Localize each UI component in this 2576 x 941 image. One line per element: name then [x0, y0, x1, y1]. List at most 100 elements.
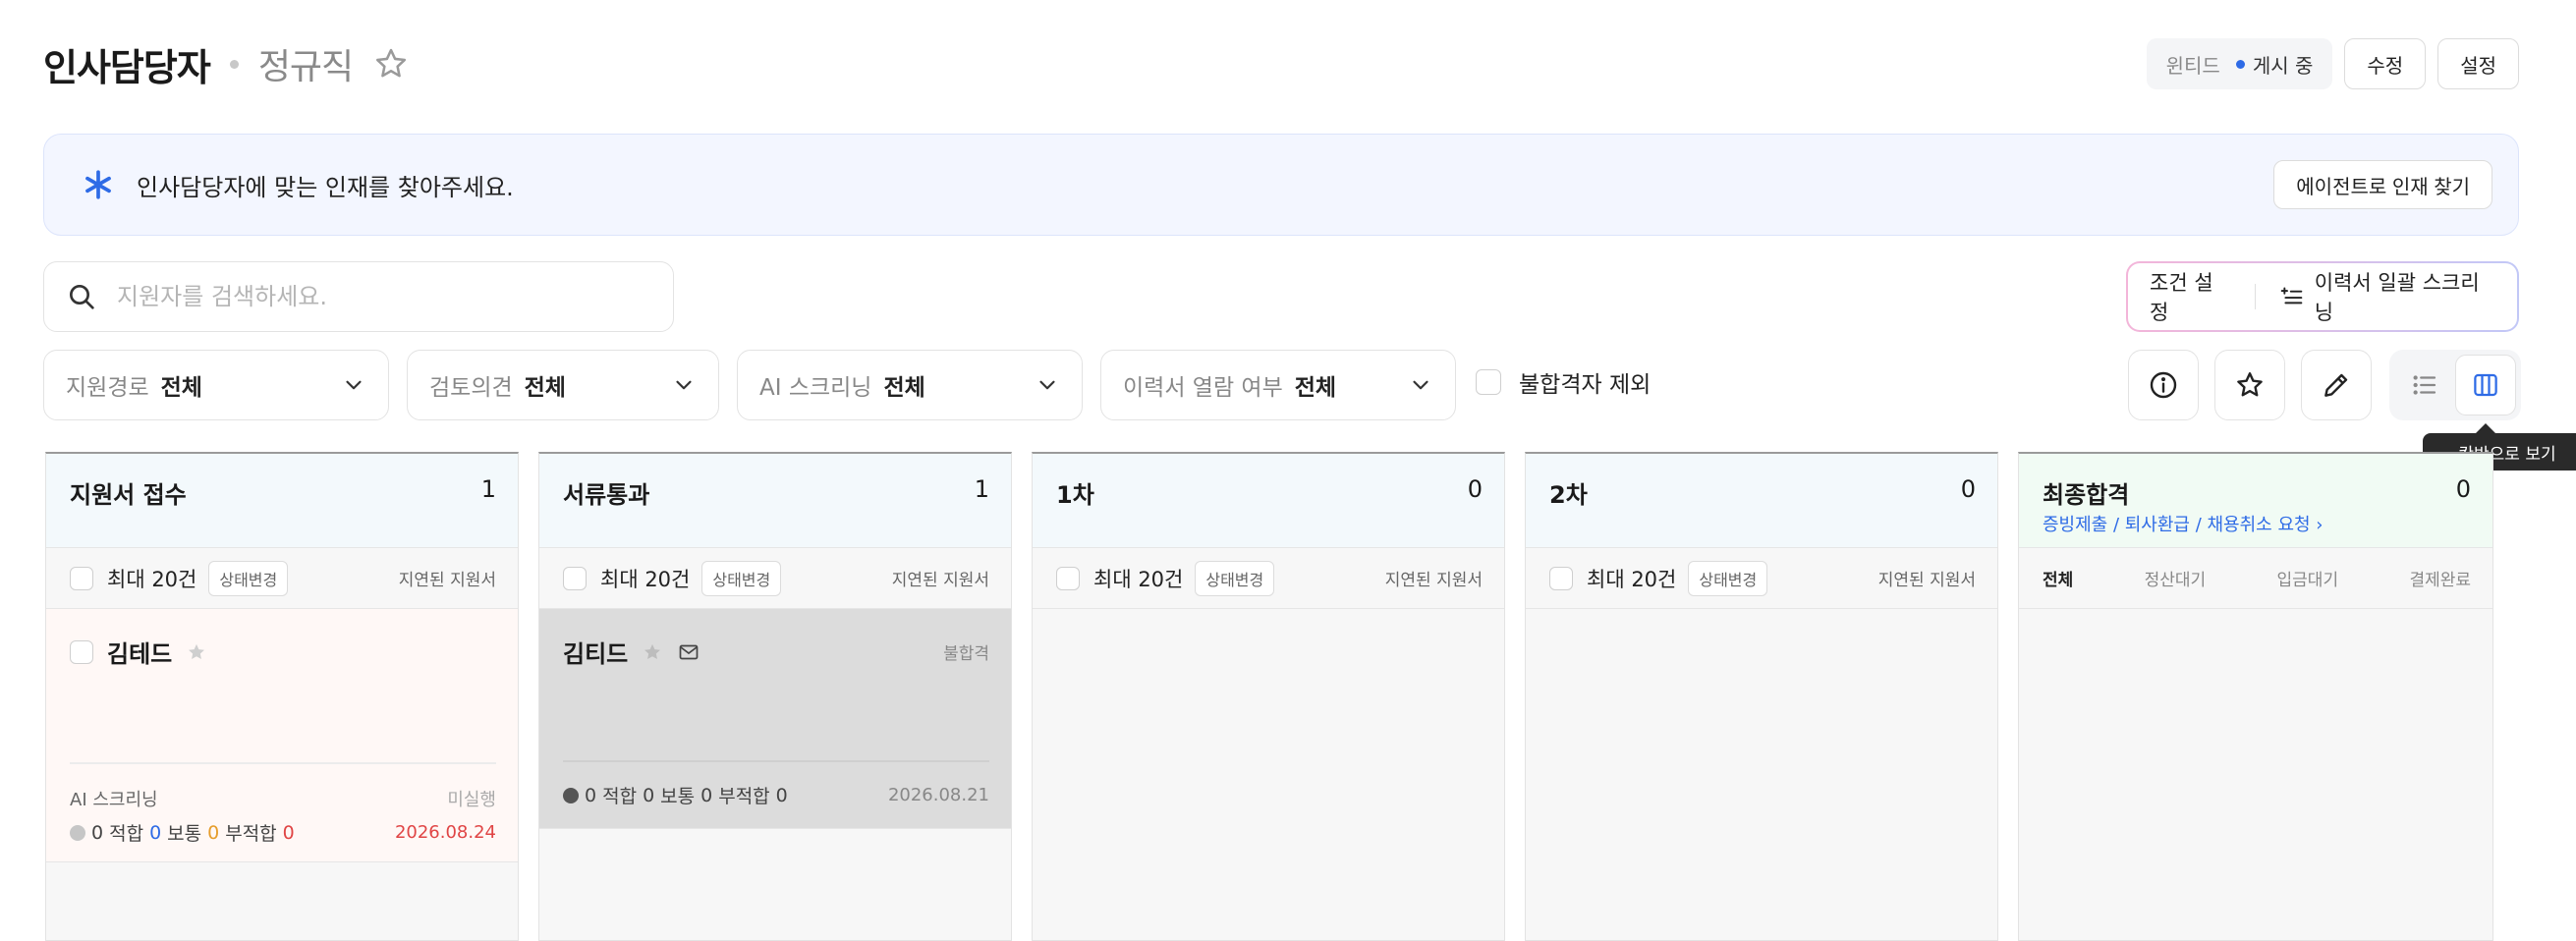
applied-date: 2026.08.24 — [394, 822, 496, 843]
page-title: 인사담당자 — [43, 45, 211, 89]
final-pass-requests-link[interactable]: 증빙제출 / 퇴사환급 / 채용취소 요청 › — [2043, 511, 2324, 536]
change-status-button[interactable]: 상태변경 — [701, 560, 782, 596]
delayed-applications-link[interactable]: 지연된 지원서 — [892, 566, 989, 590]
delayed-applications-link[interactable]: 지연된 지원서 — [399, 566, 496, 590]
change-status-button[interactable]: 상태변경 — [208, 560, 289, 596]
list-icon — [2413, 375, 2436, 395]
filter-source[interactable]: 지원경로 전체 — [43, 350, 389, 420]
card-divider — [70, 762, 496, 764]
find-talent-agent-button[interactable]: 에이전트로 인재 찾기 — [2273, 160, 2492, 209]
fit-label: 적합 — [109, 823, 144, 845]
filter-label: 이력서 열람 여부 — [1123, 375, 1283, 401]
delayed-applications-link[interactable]: 지연된 지원서 — [1878, 566, 1976, 590]
select-all-checkbox[interactable] — [1056, 566, 1080, 590]
exclude-rejected-toggle[interactable]: 불합격자 제외 — [1476, 365, 1651, 399]
max-count-label: 최대 20건 — [107, 567, 197, 591]
search-input[interactable] — [117, 283, 651, 310]
card-checkbox[interactable] — [70, 639, 93, 664]
edit-button[interactable]: 수정 — [2344, 38, 2427, 89]
agent-banner: 인사담당자에 맞는 인재를 찾아주세요. 에이전트로 인재 찾기 — [43, 134, 2519, 236]
filter-value: 전체 — [160, 375, 202, 401]
max-count-label: 최대 20건 — [1093, 567, 1184, 591]
banner-text: 인사담당자에 맞는 인재를 찾아주세요. — [137, 173, 514, 201]
column-header: 최종합격 0 증빙제출 / 퇴사환급 / 채용취소 요청 › — [2019, 454, 2492, 548]
column-toolbar: 최대 20건 상태변경 지연된 지원서 — [1526, 548, 1997, 609]
filter-ai-screening[interactable]: AI 스크리닝 전체 — [737, 350, 1083, 420]
favorite-star-icon[interactable] — [372, 45, 410, 83]
screening-score-row: 0 적합 0 보통 0 부적합 0 2026.08.21 — [563, 782, 989, 808]
settings-button[interactable]: 설정 — [2437, 38, 2519, 89]
unfit-label: 부적합 — [718, 786, 770, 807]
unfit-label: 부적합 — [225, 823, 277, 845]
chevron-down-icon — [676, 380, 692, 390]
pencil-icon — [2324, 373, 2348, 397]
kanban-column-first-interview: 1차 0 최대 20건 상태변경 지연된 지원서 — [1032, 452, 1505, 941]
rejected-badge: 불합격 — [943, 644, 989, 664]
column-count: 1 — [480, 475, 496, 503]
fit-label: 적합 — [602, 786, 638, 807]
asterisk-icon — [85, 170, 111, 199]
sparkle-list-icon — [2280, 287, 2303, 304]
condition-settings-button[interactable]: 조건 설정 — [2150, 267, 2231, 326]
mail-icon[interactable] — [677, 640, 700, 664]
filter-review[interactable]: 검토의견 전체 — [407, 350, 719, 420]
status-text: 게시 중 — [2252, 53, 2314, 78]
kanban-column-second-interview: 2차 0 최대 20건 상태변경 지연된 지원서 — [1525, 452, 1998, 941]
ai-screening-label: AI 스크리닝 — [70, 790, 158, 810]
info-button[interactable] — [2128, 350, 2199, 420]
star-icon[interactable] — [186, 641, 207, 663]
tab-pending-deposit[interactable]: 입금대기 — [2277, 566, 2339, 590]
exclude-rejected-label: 불합격자 제외 — [1519, 372, 1652, 398]
applicant-card[interactable]: 김테드 AI 스크리닝 미실행 0 적합 0 보통 0 부적합 0 2026.0… — [46, 609, 518, 862]
max-count-label: 최대 20건 — [1587, 567, 1677, 591]
column-count: 0 — [1467, 475, 1483, 503]
posting-status: 윈티드 게시 중 — [2146, 38, 2333, 89]
kanban-view-button[interactable] — [2455, 355, 2516, 415]
column-toolbar: 최대 20건 상태변경 지연된 지원서 — [46, 548, 518, 609]
chevron-down-icon — [346, 380, 362, 390]
score-dot-icon — [563, 787, 579, 803]
list-view-button[interactable] — [2394, 355, 2455, 415]
exclude-rejected-checkbox[interactable] — [1476, 369, 1501, 395]
filter-resume-viewed[interactable]: 이력서 열람 여부 전체 — [1100, 350, 1456, 420]
card-divider — [563, 760, 989, 762]
kanban-column-final-pass: 최종합격 0 증빙제출 / 퇴사환급 / 채용취소 요청 › 전체 정산대기 입… — [2018, 452, 2493, 941]
applicant-card[interactable]: 김티드 불합격 0 적합 0 보통 0 부적합 0 2026.08.21 — [539, 609, 1011, 829]
select-all-checkbox[interactable] — [1549, 566, 1573, 590]
applicant-name: 김티드 — [563, 640, 629, 668]
filter-label: AI 스크리닝 — [759, 375, 872, 401]
delayed-applications-link[interactable]: 지연된 지원서 — [1385, 566, 1483, 590]
normal-count: 0 — [700, 784, 713, 806]
bulk-screening-button[interactable]: 이력서 일괄 스크리닝 — [2279, 267, 2495, 326]
score-total: 0 — [91, 821, 104, 844]
unfit-count: 0 — [775, 784, 788, 806]
favorites-filter-button[interactable] — [2214, 350, 2285, 420]
column-title: 1차 — [1056, 481, 1094, 509]
change-status-button[interactable]: 상태변경 — [1688, 560, 1768, 596]
column-title: 서류통과 — [563, 481, 650, 509]
applicant-name: 김테드 — [107, 640, 173, 668]
select-all-checkbox[interactable] — [70, 566, 93, 590]
tab-payment-complete[interactable]: 결제완료 — [2409, 566, 2471, 590]
kanban-column-received: 지원서 접수 1 최대 20건 상태변경 지연된 지원서 김테드 AI 스크리닝… — [45, 452, 519, 941]
normal-label: 보통 — [660, 786, 696, 807]
column-header: 1차 0 — [1033, 454, 1504, 548]
column-toolbar: 최대 20건 상태변경 지연된 지원서 — [1033, 548, 1504, 609]
page-header: 인사담당자 정규직 윈티드 게시 중 수정 설정 — [43, 29, 2519, 98]
applicant-search[interactable] — [43, 261, 674, 332]
edit-memo-button[interactable] — [2301, 350, 2372, 420]
change-status-button[interactable]: 상태변경 — [1195, 560, 1275, 596]
tab-pending-settlement[interactable]: 정산대기 — [2145, 566, 2207, 590]
tab-all[interactable]: 전체 — [2043, 566, 2073, 590]
unfit-count: 0 — [282, 821, 295, 844]
ai-screening-status: 미실행 — [447, 790, 496, 810]
column-title: 지원서 접수 — [70, 481, 187, 509]
condition-divider — [2254, 284, 2257, 309]
filter-value: 전체 — [883, 375, 925, 401]
star-icon[interactable] — [642, 641, 663, 663]
company-name: 윈티드 — [2165, 53, 2220, 78]
select-all-checkbox[interactable] — [563, 566, 587, 590]
search-icon — [70, 285, 94, 309]
normal-label: 보통 — [167, 823, 202, 845]
column-header: 2차 0 — [1526, 454, 1997, 548]
